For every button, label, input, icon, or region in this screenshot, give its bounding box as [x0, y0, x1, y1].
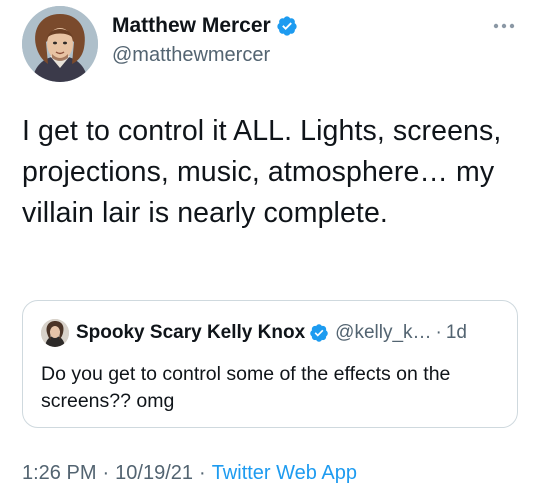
verified-badge-icon — [276, 15, 298, 37]
tweet-date[interactable]: 10/19/21 — [115, 462, 193, 485]
author-avatar[interactable] — [22, 6, 98, 82]
quoted-tweet-header: Spooky Scary Kelly Knox @kelly_k… · 1d — [41, 319, 467, 347]
quoted-tweet-card[interactable]: Spooky Scary Kelly Knox @kelly_k… · 1d D… — [22, 300, 518, 428]
author-handle[interactable]: @matthewmercer — [112, 44, 270, 67]
portrait-avatar-image — [22, 6, 98, 82]
tweet-text: I get to control it ALL. Lights, screens… — [22, 115, 502, 229]
ellipsis-icon[interactable] — [488, 14, 520, 38]
meta-separator: · — [102, 462, 110, 484]
tweet: Matthew Mercer @matthewmercer I get to c… — [0, 0, 540, 500]
author-name[interactable]: Matthew Mercer — [112, 14, 298, 38]
meta-separator: · — [199, 462, 206, 484]
quoted-author-handle: @kelly_k… — [335, 322, 432, 343]
author-name-text: Matthew Mercer — [112, 14, 271, 37]
portrait-avatar-image — [41, 319, 69, 347]
quoted-timestamp[interactable]: 1d — [446, 322, 467, 344]
quoted-author-name: Spooky Scary Kelly Knox — [76, 322, 306, 343]
tweet-source-link[interactable]: Twitter Web App — [212, 462, 357, 485]
tweet-meta: 1:26 PM · 10/19/21 · Twitter Web App — [22, 462, 357, 485]
tweet-time[interactable]: 1:26 PM — [22, 462, 96, 485]
quoted-separator: · — [435, 322, 442, 343]
verified-badge-icon — [309, 323, 329, 343]
quoted-author-avatar[interactable] — [41, 319, 69, 347]
quoted-tweet-text: Do you get to control some of the effect… — [41, 363, 451, 412]
